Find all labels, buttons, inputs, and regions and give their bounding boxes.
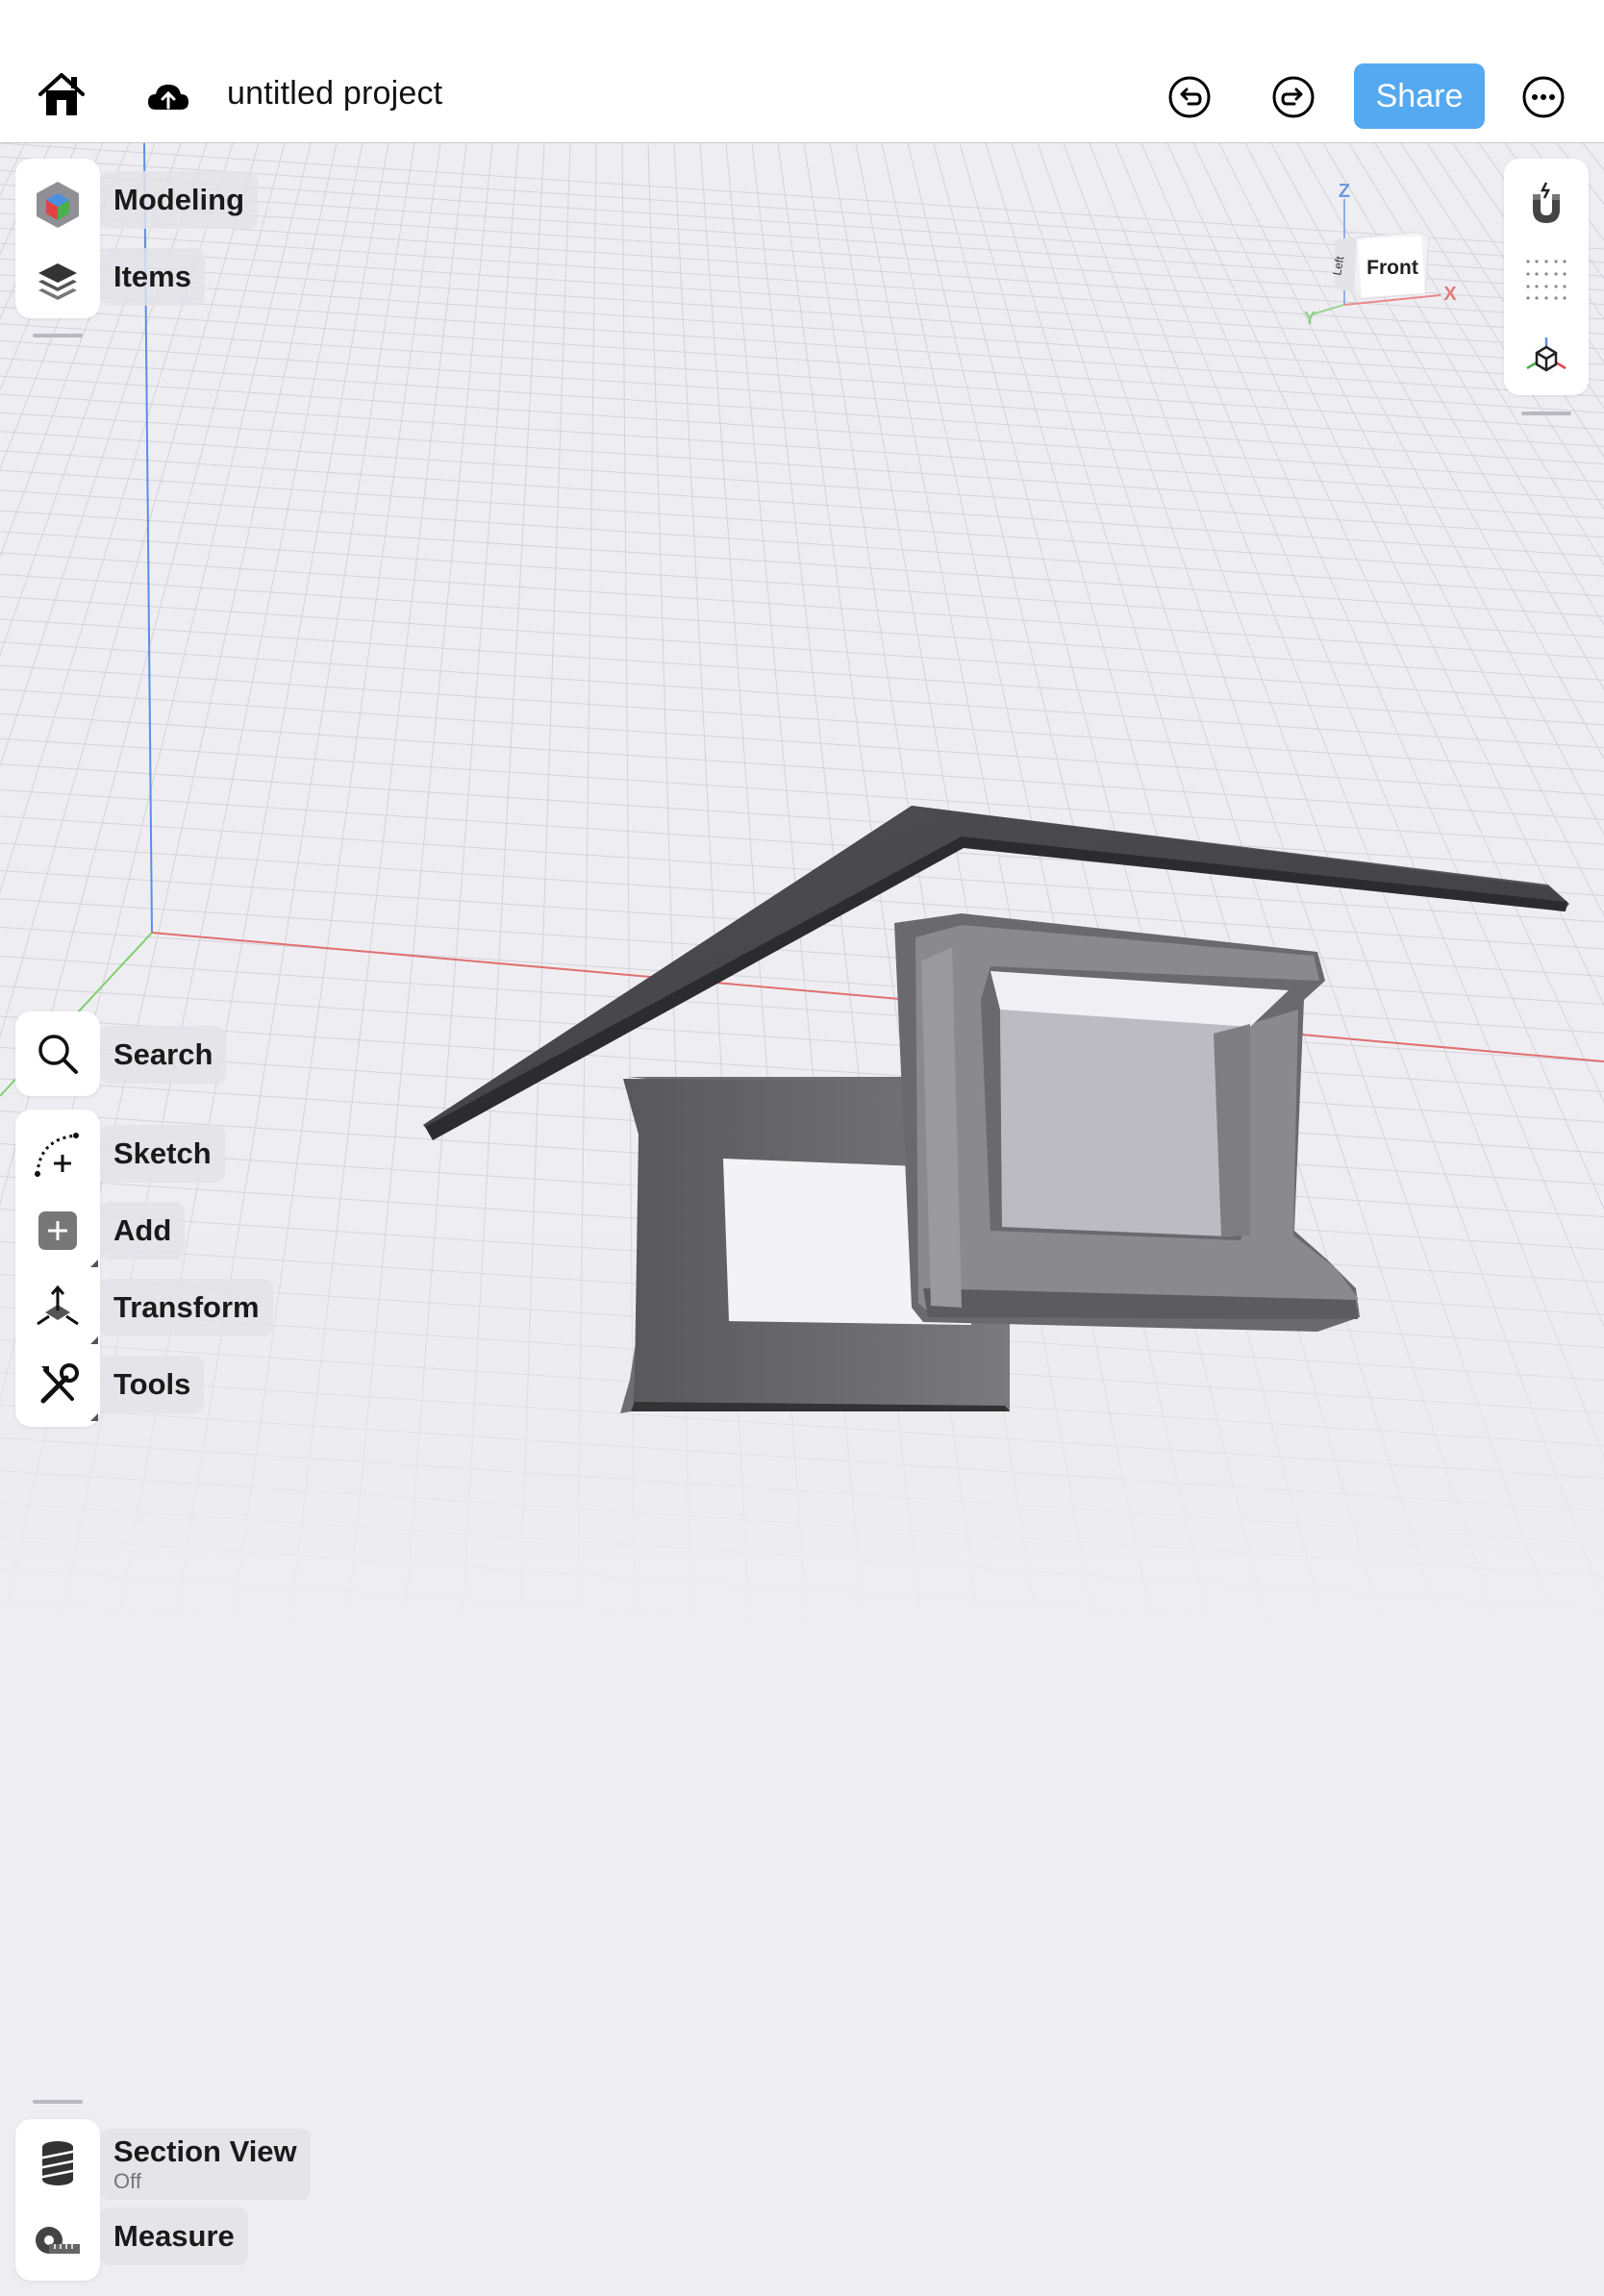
model-front-frame xyxy=(894,913,1360,1332)
redo-icon[interactable] xyxy=(1271,75,1316,119)
cube-front-label: Front xyxy=(1366,257,1418,279)
transform-icon[interactable] xyxy=(15,1269,100,1346)
home-icon[interactable] xyxy=(37,71,87,119)
transform-submenu-indicator xyxy=(90,1336,98,1344)
cloud-upload-icon[interactable] xyxy=(146,79,190,113)
undo-icon[interactable] xyxy=(1167,75,1212,119)
grid-line xyxy=(0,956,1604,1063)
more-options-icon[interactable] xyxy=(1521,75,1566,119)
left-top-handle[interactable] xyxy=(33,334,83,337)
axis-z-label: Z xyxy=(1339,181,1350,202)
grid-line xyxy=(0,664,1604,772)
share-button[interactable]: Share xyxy=(1354,63,1485,129)
section-view-state: Off xyxy=(113,2169,141,2193)
orientation-cube[interactable]: Front Left Z X Y xyxy=(1298,180,1467,334)
grid-line xyxy=(0,510,1604,617)
grid-line xyxy=(0,469,1604,577)
measure-tape-icon[interactable] xyxy=(15,2202,100,2279)
grid-line xyxy=(0,712,1604,820)
grid-line xyxy=(0,688,1604,796)
tools-label[interactable]: Tools xyxy=(100,1356,205,1413)
mode-panel xyxy=(15,159,100,318)
layers-icon[interactable] xyxy=(15,243,100,320)
grid-line xyxy=(0,450,1604,558)
right-panel-handle[interactable] xyxy=(1521,412,1571,415)
inspect-panel xyxy=(15,2119,100,2281)
axis-x-label: X xyxy=(1443,284,1457,305)
search-icon[interactable] xyxy=(15,1015,100,1092)
grid-line xyxy=(0,573,1604,681)
grid-line xyxy=(0,641,1604,749)
3d-viewport[interactable]: Modeling Items Front Left Z X Y Search S… xyxy=(0,143,1604,2296)
section-view-icon[interactable] xyxy=(15,2125,100,2202)
tools-submenu-indicator xyxy=(90,1413,98,1421)
add-submenu-indicator xyxy=(90,1260,98,1267)
section-view-label[interactable]: Section View Off xyxy=(100,2129,311,2200)
measure-label[interactable]: Measure xyxy=(100,2208,248,2265)
left-bottom-handle[interactable] xyxy=(33,2100,83,2104)
add-icon[interactable] xyxy=(15,1192,100,1269)
grid-line xyxy=(0,763,1604,871)
grid-line xyxy=(0,986,1604,1093)
create-tools-panel xyxy=(15,1110,100,1427)
snap-magnet-icon[interactable] xyxy=(1504,166,1589,243)
top-bar: untitled project Share xyxy=(0,0,1604,143)
modeling-cube-icon[interactable] xyxy=(15,166,100,243)
search-panel xyxy=(15,1011,100,1096)
view-cube-icon[interactable] xyxy=(1504,318,1589,395)
x-axis xyxy=(151,932,1604,1062)
tools-icon[interactable] xyxy=(15,1346,100,1423)
grid-line xyxy=(0,358,1604,465)
view-options-panel xyxy=(1504,159,1589,395)
grid-line xyxy=(0,737,1604,845)
grid-line xyxy=(0,618,1604,726)
modeling-label[interactable]: Modeling xyxy=(100,171,259,229)
sketch-label[interactable]: Sketch xyxy=(100,1125,225,1183)
grid-line xyxy=(0,531,1604,638)
axis-y-label: Y xyxy=(1304,309,1316,328)
search-label[interactable]: Search xyxy=(100,1026,227,1084)
project-title[interactable]: untitled project xyxy=(227,75,442,112)
add-label[interactable]: Add xyxy=(100,1202,186,1260)
grid-line xyxy=(0,340,1604,448)
grid-line xyxy=(0,323,1604,431)
sketch-icon[interactable] xyxy=(15,1115,100,1192)
section-view-title: Section View xyxy=(113,2134,297,2168)
items-label[interactable]: Items xyxy=(100,248,205,306)
transform-label[interactable]: Transform xyxy=(100,1279,273,1336)
viewport-scene xyxy=(0,143,1604,2296)
grid-line xyxy=(0,595,1604,703)
grid-line xyxy=(0,926,1604,1034)
grid-line xyxy=(0,552,1604,660)
grid-dots-icon[interactable] xyxy=(1504,241,1589,318)
